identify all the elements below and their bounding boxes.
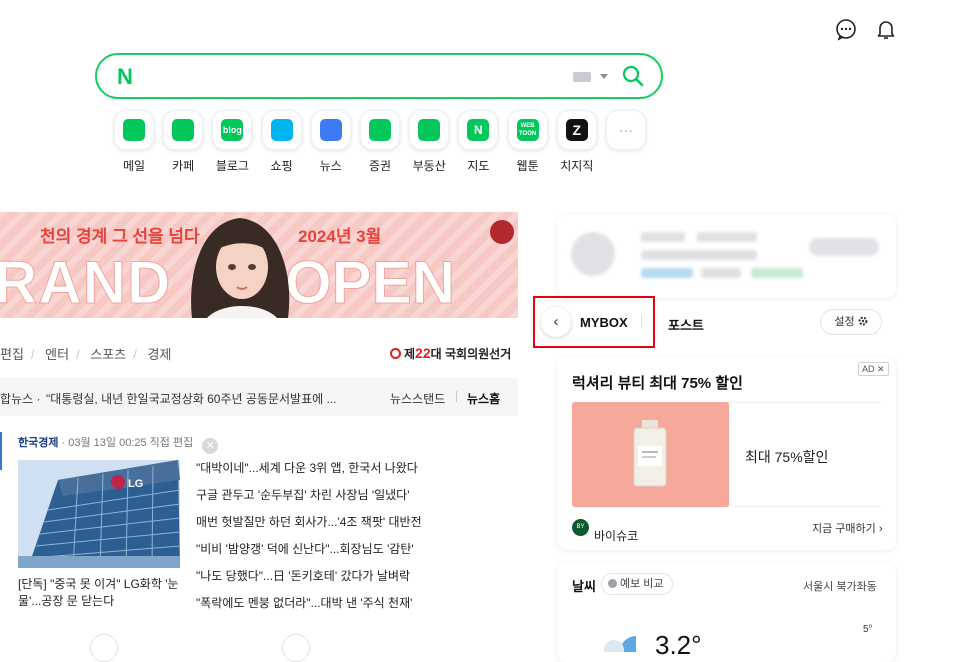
weather-icon bbox=[604, 636, 636, 652]
shortcut-news[interactable]: 뉴스 bbox=[309, 110, 353, 174]
naver-logo[interactable]: N bbox=[117, 64, 133, 90]
election-icon bbox=[390, 348, 401, 359]
carousel-indicator bbox=[0, 432, 2, 470]
shortcut-more[interactable]: ··· bbox=[604, 110, 648, 157]
keyboard-icon[interactable] bbox=[573, 72, 591, 82]
banner-game-logo bbox=[490, 220, 514, 244]
news-home-link[interactable]: 뉴스홈 bbox=[467, 390, 500, 407]
profile-card bbox=[557, 214, 896, 298]
buy-now-link[interactable]: 지금 구매하기 › bbox=[812, 520, 883, 536]
settings-button[interactable]: 설정 bbox=[820, 309, 882, 335]
blog-icon: blog bbox=[212, 110, 253, 150]
search-input[interactable] bbox=[157, 65, 601, 89]
shortcut-label: 웹툰 bbox=[516, 159, 539, 173]
news-icon bbox=[310, 110, 351, 150]
search-icon[interactable] bbox=[621, 64, 645, 88]
shortcut-label: 쇼핑 bbox=[270, 159, 293, 173]
ad-title[interactable]: 럭셔리 뷰티 최대 75% 할인 bbox=[572, 372, 743, 393]
tab-edit[interactable]: 편집 bbox=[0, 347, 24, 362]
shortcut-realestate[interactable]: 부동산 bbox=[407, 110, 451, 174]
press-meta: · 03월 13일 00:25 직접 편집 bbox=[61, 437, 194, 449]
weather-location[interactable]: 서울시 북가좌동 bbox=[803, 578, 877, 594]
ad-badge[interactable]: AD ✕ bbox=[858, 362, 889, 376]
weather-title[interactable]: 날씨 bbox=[572, 576, 596, 595]
search-bar: N bbox=[95, 53, 663, 99]
shortcut-label: 메일 bbox=[122, 159, 146, 173]
current-temperature: 3.2° bbox=[655, 630, 702, 660]
chzzk-icon: Z bbox=[556, 110, 597, 150]
chevron-down-icon[interactable] bbox=[600, 74, 608, 79]
shortcut-label: 블로그 bbox=[215, 159, 249, 173]
shortcut-label: 부동산 bbox=[412, 159, 446, 173]
avatar[interactable] bbox=[571, 232, 615, 276]
ad-brand[interactable]: BY SUCO바이슈코 bbox=[572, 519, 638, 547]
news-item[interactable]: "대박이네"...세계 다운 3위 앱, 한국서 나왔다 bbox=[196, 460, 422, 487]
news-item[interactable]: 매번 헛발질만 하던 회사가...'4조 잭팟' 대반전 bbox=[196, 514, 422, 541]
shortcut-label: 치지직 bbox=[560, 159, 594, 173]
news-item[interactable]: "나도 당했다"...日 '돈키호테' 갔다가 날벼락 bbox=[196, 568, 422, 595]
info-icon bbox=[608, 579, 617, 588]
news-item[interactable]: "비비 '밤양갱' 덕에 신난다"...회장님도 '감탄' bbox=[196, 541, 422, 568]
close-icon[interactable]: ✕ bbox=[202, 438, 219, 454]
news-thumbnail[interactable]: LG bbox=[18, 460, 180, 568]
tab-post[interactable]: 포스트 bbox=[668, 315, 704, 334]
banner-ad[interactable]: 천의 경계 그 선을 넘다 2024년 3월 RAND OPEN bbox=[0, 212, 518, 318]
cafe-icon bbox=[163, 110, 204, 150]
next-page-button[interactable] bbox=[282, 634, 310, 662]
headline-source: 합뉴스 · bbox=[0, 392, 41, 406]
forecast-compare-button[interactable]: 예보 비교 bbox=[601, 573, 673, 595]
banner-line2: 2024년 3월 bbox=[298, 227, 382, 246]
press-info: 한국경제 · 03월 13일 00:25 직접 편집 ✕ bbox=[18, 434, 219, 454]
logout-button[interactable] bbox=[809, 238, 879, 256]
newsstand-link[interactable]: 뉴스스탠드 bbox=[390, 390, 445, 407]
shortcut-label: 카페 bbox=[172, 159, 195, 173]
brand-logo-icon: BY SUCO bbox=[572, 519, 589, 547]
thumbnail-caption[interactable]: [단독] "중국 못 이겨" LG화학 '눈물'...공장 문 닫는다 bbox=[18, 576, 188, 610]
realestate-icon bbox=[409, 110, 450, 150]
tab-economy[interactable]: 경제 bbox=[147, 347, 171, 362]
svg-text:LG: LG bbox=[128, 478, 143, 490]
highlight-box bbox=[533, 296, 655, 348]
news-item[interactable]: "폭락에도 멘붕 없더라"...대박 낸 '주식 천재' bbox=[196, 595, 422, 622]
shortcut-blog[interactable]: blog 블로그 bbox=[210, 110, 254, 174]
news-tabs: 편집 / 엔터 / 스포츠 / 경제 bbox=[0, 347, 172, 362]
news-list: "대박이네"...세계 다운 3위 앱, 한국서 나왔다 구글 관두고 '순두부집… bbox=[196, 460, 422, 622]
banner-big-left: RAND bbox=[0, 249, 172, 317]
shortcut-stock[interactable]: 증권 bbox=[358, 110, 402, 174]
tab-sports[interactable]: 스포츠 bbox=[90, 347, 126, 362]
shortcut-shopping[interactable]: 쇼핑 bbox=[260, 110, 304, 174]
banner-line1: 천의 경계 그 선을 넘다 bbox=[40, 227, 200, 246]
headline-bar: 합뉴스 · "대통령실, 내년 한일국교정상화 60주년 공동문서발표에 ...… bbox=[0, 378, 518, 416]
shortcut-label: 뉴스 bbox=[319, 159, 342, 173]
banner-big-right: OPEN bbox=[284, 249, 456, 317]
bell-icon[interactable] bbox=[874, 17, 898, 41]
high-temperature: 5° bbox=[863, 624, 873, 635]
stock-icon bbox=[360, 110, 400, 150]
headline-link[interactable]: "대통령실, 내년 한일국교정상화 60주년 공동문서발표에 ... bbox=[46, 390, 337, 407]
shortcut-cafe[interactable]: 카페 bbox=[161, 110, 205, 174]
shortcut-mail[interactable]: 메일 bbox=[112, 110, 156, 174]
prev-page-button[interactable] bbox=[90, 634, 118, 662]
banner-character-image bbox=[191, 218, 290, 318]
shortcut-label: 증권 bbox=[368, 159, 392, 173]
chat-icon[interactable] bbox=[834, 17, 858, 41]
shortcut-chzzk[interactable]: Z 치지직 bbox=[555, 110, 599, 174]
ad-description[interactable]: 최대 75%할인 bbox=[745, 447, 828, 467]
ad-product-image[interactable] bbox=[572, 402, 729, 507]
more-icon: ··· bbox=[606, 110, 646, 150]
shopping-icon bbox=[261, 110, 302, 150]
webtoon-icon: WEB TOON bbox=[507, 110, 548, 150]
shortcut-label: 지도 bbox=[467, 159, 490, 173]
mail-icon bbox=[114, 110, 154, 150]
election-link[interactable]: 제22대 국회의원선거 bbox=[390, 345, 511, 362]
gear-icon bbox=[858, 316, 868, 326]
shortcut-webtoon[interactable]: WEB TOON 웹툰 bbox=[506, 110, 550, 174]
map-icon: N bbox=[458, 110, 499, 150]
press-name[interactable]: 한국경제 bbox=[18, 437, 58, 449]
tab-entertain[interactable]: 엔터 bbox=[45, 347, 69, 362]
news-item[interactable]: 구글 관두고 '순두부집' 차린 사장님 '일냈다' bbox=[196, 487, 422, 514]
shortcut-map[interactable]: N 지도 bbox=[456, 110, 500, 174]
